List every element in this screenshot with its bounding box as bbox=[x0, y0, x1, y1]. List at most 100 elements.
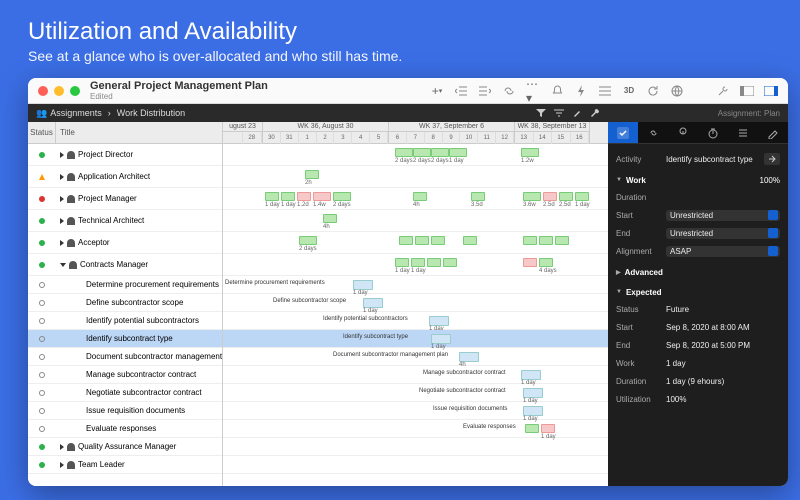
gantt-bar[interactable] bbox=[333, 192, 351, 201]
gantt-bar[interactable] bbox=[431, 334, 451, 344]
gantt-bar[interactable] bbox=[459, 352, 479, 362]
gantt-bar[interactable] bbox=[353, 280, 373, 290]
table-row[interactable]: Manage subcontractor contract bbox=[28, 366, 222, 384]
zoom-icon[interactable] bbox=[70, 86, 80, 96]
gantt-row[interactable]: Issue requisition documents1 day bbox=[223, 402, 608, 420]
gantt-bar[interactable] bbox=[525, 424, 539, 433]
breadcrumb-work-distribution[interactable]: Work Distribution bbox=[117, 108, 185, 118]
refresh-icon[interactable] bbox=[646, 84, 660, 98]
gantt-bar[interactable] bbox=[463, 236, 477, 245]
gantt-bar[interactable] bbox=[539, 236, 553, 245]
gantt-bar[interactable] bbox=[313, 192, 331, 201]
table-row[interactable]: Team Leader bbox=[28, 456, 222, 474]
alignment-dropdown[interactable]: ASAP bbox=[666, 246, 780, 257]
gantt-bar[interactable] bbox=[523, 236, 537, 245]
gantt-bar[interactable] bbox=[521, 148, 539, 157]
wrench-icon[interactable] bbox=[590, 108, 600, 118]
gantt-bar[interactable] bbox=[429, 316, 449, 326]
gantt-row[interactable] bbox=[223, 438, 608, 456]
gantt-bar[interactable] bbox=[555, 236, 569, 245]
gantt-bar[interactable] bbox=[265, 192, 279, 201]
table-row[interactable]: Evaluate responses bbox=[28, 420, 222, 438]
gantt-row[interactable]: Identify subcontract type1 day bbox=[223, 330, 608, 348]
table-row[interactable]: Acceptor bbox=[28, 232, 222, 254]
gantt-row[interactable]: 2 days bbox=[223, 232, 608, 254]
table-row[interactable]: Identify potential subcontractors bbox=[28, 312, 222, 330]
tab-check[interactable] bbox=[608, 122, 638, 143]
breadcrumb-assignments[interactable]: 👥 Assignments bbox=[36, 108, 102, 119]
gantt-bar[interactable] bbox=[427, 258, 441, 267]
table-row[interactable]: Issue requisition documents bbox=[28, 402, 222, 420]
gantt-bar[interactable] bbox=[299, 236, 317, 245]
gantt-row[interactable]: 4h bbox=[223, 210, 608, 232]
table-row[interactable]: Determine procurement requirements bbox=[28, 276, 222, 294]
gantt-bar[interactable] bbox=[559, 192, 573, 201]
tab-list[interactable] bbox=[728, 122, 758, 143]
goto-activity-button[interactable] bbox=[764, 153, 780, 165]
gantt-row[interactable]: 2 days2 days2 days1 day1.2w bbox=[223, 144, 608, 166]
tab-level[interactable] bbox=[668, 122, 698, 143]
section-advanced[interactable]: Advanced bbox=[616, 264, 780, 280]
gantt-bar[interactable] bbox=[443, 258, 457, 267]
gantt-row[interactable]: Negotiate subcontractor contract1 day bbox=[223, 384, 608, 402]
gantt-bar[interactable] bbox=[521, 370, 541, 380]
table-row[interactable]: Project Director bbox=[28, 144, 222, 166]
gantt-bar[interactable] bbox=[323, 214, 337, 223]
gantt-bar[interactable] bbox=[543, 192, 557, 201]
table-row[interactable]: Define subcontractor scope bbox=[28, 294, 222, 312]
more-icon[interactable]: ⋯▾ bbox=[526, 84, 540, 98]
gantt-bar[interactable] bbox=[471, 192, 485, 201]
column-header-status[interactable]: Status bbox=[28, 122, 56, 143]
gantt-bar[interactable] bbox=[415, 236, 429, 245]
gantt-bar[interactable] bbox=[413, 148, 431, 157]
gantt-row[interactable]: Manage subcontractor contract1 day bbox=[223, 366, 608, 384]
gantt-bar[interactable] bbox=[449, 148, 467, 157]
bolt-icon[interactable] bbox=[574, 84, 588, 98]
table-row[interactable]: Contracts Manager bbox=[28, 254, 222, 276]
gantt-bar[interactable] bbox=[541, 424, 555, 433]
gantt-row[interactable] bbox=[223, 456, 608, 474]
gantt-bar[interactable] bbox=[523, 192, 541, 201]
table-row[interactable]: Technical Architect bbox=[28, 210, 222, 232]
gantt-bar[interactable] bbox=[431, 236, 445, 245]
gantt-row[interactable]: Determine procurement requirements1 day bbox=[223, 276, 608, 294]
indent-icon[interactable] bbox=[478, 84, 492, 98]
column-header-title[interactable]: Title bbox=[56, 122, 222, 143]
gantt-row[interactable]: 1 day1 day1.2d1.4w2 days4h3.5d3.6w2.5d2.… bbox=[223, 188, 608, 210]
globe-icon[interactable] bbox=[670, 84, 684, 98]
table-row[interactable]: Document subcontractor management plan bbox=[28, 348, 222, 366]
minimize-icon[interactable] bbox=[54, 86, 64, 96]
gantt-bar[interactable] bbox=[523, 406, 543, 416]
table-row[interactable]: Quality Assurance Manager bbox=[28, 438, 222, 456]
gantt-row[interactable]: Document subcontractor management plan4h bbox=[223, 348, 608, 366]
outdent-icon[interactable] bbox=[454, 84, 468, 98]
gantt-bar[interactable] bbox=[399, 236, 413, 245]
gantt-row[interactable]: 2h bbox=[223, 166, 608, 188]
brush-icon[interactable] bbox=[572, 108, 582, 118]
gantt-bar[interactable] bbox=[395, 258, 409, 267]
gantt-bar[interactable] bbox=[411, 258, 425, 267]
end-dropdown[interactable]: Unrestricted bbox=[666, 228, 780, 239]
filter-icon[interactable] bbox=[536, 108, 546, 118]
gantt-bar[interactable] bbox=[413, 192, 427, 201]
section-expected[interactable]: Expected bbox=[616, 284, 780, 300]
gantt-row[interactable]: Evaluate responses1 day bbox=[223, 420, 608, 438]
start-dropdown[interactable]: Unrestricted bbox=[666, 210, 780, 221]
gantt-bar[interactable] bbox=[297, 192, 311, 201]
gantt-row[interactable]: Define subcontractor scope1 day bbox=[223, 294, 608, 312]
tools-icon[interactable] bbox=[716, 84, 730, 98]
link-icon[interactable] bbox=[502, 84, 516, 98]
gantt-row[interactable]: 1 day1 day4 days bbox=[223, 254, 608, 276]
gantt-bar[interactable] bbox=[305, 170, 319, 179]
gantt-bar[interactable] bbox=[539, 258, 553, 267]
gantt-bar[interactable] bbox=[431, 148, 449, 157]
section-work[interactable]: Work100% bbox=[616, 172, 780, 188]
inspector-toggle-icon[interactable] bbox=[764, 84, 778, 98]
gantt-bar[interactable] bbox=[523, 258, 537, 267]
tab-edit[interactable] bbox=[758, 122, 788, 143]
add-icon[interactable]: +▾ bbox=[430, 84, 444, 98]
close-icon[interactable] bbox=[38, 86, 48, 96]
window-icon[interactable] bbox=[740, 84, 754, 98]
gantt-bar[interactable] bbox=[395, 148, 413, 157]
table-row[interactable]: Identify subcontract type bbox=[28, 330, 222, 348]
